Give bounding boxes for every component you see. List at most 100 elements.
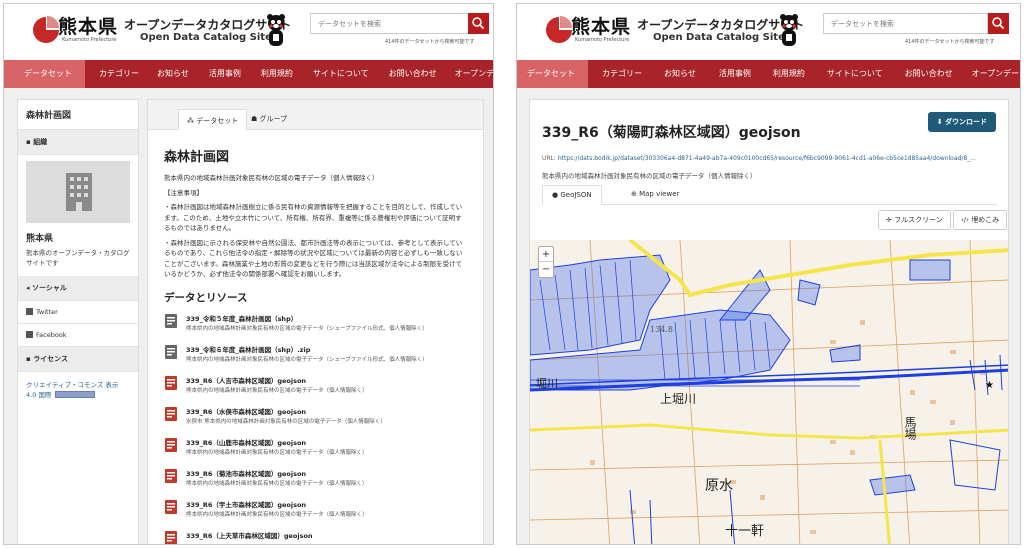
license-link[interactable]: クリエイティブ・コモンズ 表示 4.0 国際 [18,372,138,408]
search-input[interactable] [823,13,988,34]
code-icon: ‹/› [961,216,972,224]
tab-map-viewer[interactable]: ⊕ Map viewer [622,185,688,205]
resource-description: 熊本県内の地域森林計画対象民有林の区域の電子データ（シェープファイル形式、個人情… [186,325,428,332]
map-label-baba: 馬場 [903,416,917,440]
nav-opendata-map[interactable]: オープンデータマップ [447,60,493,88]
nav-opendata-map[interactable]: オープンデータマップ [964,60,1020,88]
pref-name: 熊本県 [571,16,632,38]
nav-datasets[interactable]: データセット [4,60,85,88]
notice-paragraph-1: ・森林計画図は地域森林計画樹立に係る民有林の資源情報等を把握することを目的として… [164,203,463,232]
resource-name[interactable]: 339_R6（水俣市森林区域図）geojson [186,406,306,416]
resource-name[interactable]: 339_R6（宇土市森林区域図）geojson [186,499,306,509]
nav-categories[interactable]: カテゴリー [588,60,653,88]
resource-item[interactable]: 339_令和５年度_森林計画図（shp） 熊本県内の地域森林計画対象民有林の区域の… [164,311,467,342]
map-view[interactable]: ★ + − 上堀川 原水 十一軒 馬場 堀川 134.8 [530,240,1009,545]
nav-about[interactable]: サイトについて [816,60,894,88]
nav-datasets[interactable]: データセット [517,60,588,88]
facebook-label: Facebook [36,331,67,339]
resource-name[interactable]: 339_R6（人吉市森林区域図）geojson [186,375,306,385]
resource-title: 339_R6（菊陽町森林区域図）geojson [542,125,801,141]
resource-name[interactable]: 339_R6（山鹿市森林区域図）geojson [186,437,306,447]
main-nav: データセット カテゴリー お知らせ 活用事例 利用規約 サイトについて お問い合… [4,60,493,88]
tab-geojson-label: GeoJSON [560,191,592,199]
search-button[interactable] [468,13,489,34]
dataset-count: 414件のデータセットから検索可能です [385,39,475,45]
shapefile-icon [165,344,177,359]
zoom-out-button[interactable]: − [539,262,553,277]
resource-name[interactable]: 339_令和６年度_森林計画図（shp）.zip [186,344,310,354]
nav-contact[interactable]: お問い合わせ [894,60,964,88]
nav-cases[interactable]: 活用事例 [198,60,251,88]
main-nav: データセット カテゴリー お知らせ 活用事例 利用規約 サイトについて お問い合… [517,60,1020,88]
resource-item[interactable]: 339_R6（水俣市森林区域図）geojson 水俣市 熊本県内の地域森林計画対象… [164,404,467,435]
facebook-link[interactable]: Facebook [18,324,138,347]
resource-description: 水俣市 熊本県内の地域森林計画対象民有林の区域の電子データ（個人情報除く） [186,418,386,425]
open-data-badge-icon [55,391,96,398]
resource-name[interactable]: 339_R6（上天草市森林区域図）geojson [186,530,313,540]
tab-dataset[interactable]: ⁂ データセット [178,109,248,130]
nav-cases[interactable]: 活用事例 [707,60,762,88]
download-button[interactable]: ⬇ ダウンロード [927,112,996,132]
geojson-icon [165,375,177,390]
resource-item[interactable]: 339_R6（上天草市森林区域図）geojson [164,528,467,544]
org-section-label: 組織 [33,138,48,146]
zoom-control: + − [538,246,554,278]
station-star-icon: ★ [985,380,994,391]
geojson-icon [165,499,177,514]
forest-area-map[interactable]: ★ [530,240,1009,545]
search-input[interactable] [310,13,470,34]
nav-news[interactable]: お知らせ [148,60,198,88]
globe-icon: ⊕ [631,190,640,198]
resource-item[interactable]: 339_令和６年度_森林計画図（shp）.zip 熊本県内の地域森林計画対象民有林… [164,342,467,373]
sidebar-title: 森林計画図 [18,100,138,130]
org-section-header: ▪ 組織 [18,130,138,155]
tab-map-viewer-label: Map viewer [639,190,680,198]
social-section-header: ◂ ソーシャル [18,276,138,301]
expand-icon: ✛ [886,216,895,224]
tab-group[interactable]: ☗ グループ [243,108,295,130]
resource-item[interactable]: 339_R6（宇土市森林区域図）geojson 熊本県内の地域森林計画対象民有林の… [164,497,467,528]
map-label-haramizu: 原水 [705,478,733,494]
geojson-icon [165,406,177,421]
geojson-icon [165,437,177,452]
nav-about[interactable]: サイトについて [303,60,379,88]
resource-item[interactable]: 339_R6（菊池市森林区域図）geojson 熊本県内の地域森林計画対象民有林の… [164,466,467,497]
resource-url: URL: https://dats.bodik.jp/dataset/30330… [542,155,976,162]
resource-item[interactable]: 339_R6（山鹿市森林区域図）geojson 熊本県内の地域森林計画対象民有林の… [164,435,467,466]
nav-news[interactable]: お知らせ [653,60,707,88]
map-label-elevation: 134.8 [650,325,673,334]
site-header: 熊本県 Kumamoto Prefecture オープンデータカタログサイト O… [4,4,493,59]
nav-contact[interactable]: お問い合わせ [379,60,447,88]
org-name[interactable]: 熊本県 [18,229,138,246]
resource-name[interactable]: 339_R6（菊池市森林区域図）geojson [186,468,306,478]
tab-geojson[interactable]: ● GeoJSON [542,185,602,205]
twitter-label: Twitter [36,308,58,316]
tab-group-label: グループ [259,115,288,123]
org-description: 熊本県のオープンデータ・カタログサイトです [26,249,130,267]
map-label-juikken: 十一軒 [725,524,765,539]
nav-terms[interactable]: 利用規約 [251,60,303,88]
url-label: URL: [542,155,556,162]
facebook-icon [26,331,33,338]
resource-main: ⬇ ダウンロード 339_R6（菊陽町森林区域図）geojson URL: ht… [529,99,1009,545]
nav-terms[interactable]: 利用規約 [762,60,816,88]
fullscreen-button[interactable]: ✛ フルスクリーン [878,210,951,230]
dataset-count: 414件のデータセットから検索可能です [905,39,995,45]
dataset-lead: 熊本県内の地域森林計画対象民有林の区域の電子データ（個人情報除く） [164,174,379,182]
map-label-horikawa: 堀川 [536,377,558,390]
nav-categories[interactable]: カテゴリー [85,60,148,88]
shapefile-icon [165,313,177,328]
twitter-link[interactable]: Twitter [18,301,138,324]
embed-button[interactable]: ‹/› 埋めこみ [953,210,1008,230]
resource-item[interactable]: 339_R6（人吉市森林区域図）geojson 熊本県内の地域森林計画対象民有林の… [164,373,467,404]
download-label: ダウンロード [945,118,987,126]
url-link[interactable]: https://dats.bodik.jp/dataset/303306a4-d… [558,155,976,162]
sidebar: 森林計画図 ▪ 組織 熊本県 熊本県のオープンデータ・カタログサイトです ◂ ソ… [17,99,139,544]
zoom-in-button[interactable]: + [539,247,553,262]
search-button[interactable] [988,13,1009,34]
org-image[interactable] [26,161,130,223]
download-icon: ⬇ [936,118,945,126]
license-section-label: ライセンス [33,355,69,363]
resource-name[interactable]: 339_令和５年度_森林計画図（shp） [186,313,297,323]
site-header: 熊本県 Kumamoto Prefecture オープンデータカタログサイト O… [517,4,1020,59]
